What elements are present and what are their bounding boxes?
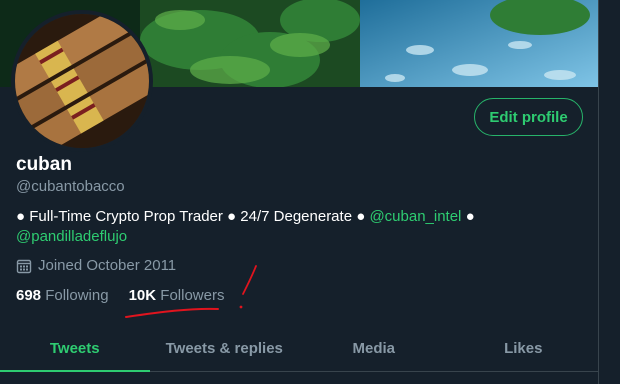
profile-name: cuban (16, 154, 72, 175)
calendar-icon (16, 258, 32, 274)
edit-profile-button[interactable]: Edit profile (474, 98, 583, 136)
avatar[interactable] (11, 10, 153, 152)
joined-text: Joined October 2011 (38, 257, 177, 274)
page-scroll-edge (598, 0, 620, 384)
profile-bio: ● Full-Time Crypto Prop Trader ● 24/7 De… (16, 207, 486, 247)
profile-stats: 698 Following 10K Followers (16, 287, 224, 304)
followers-count: 10K (128, 287, 157, 304)
profile-tabs: Tweets Tweets & replies Media Likes (0, 325, 598, 372)
tab-media[interactable]: Media (299, 325, 449, 371)
avatar-cigar-image (15, 14, 149, 148)
following-stat[interactable]: 698 Following (16, 287, 109, 304)
tab-tweets[interactable]: Tweets (0, 325, 150, 372)
followers-stat[interactable]: 10K Followers (129, 287, 225, 304)
tab-tweets-and-replies[interactable]: Tweets & replies (150, 325, 300, 371)
joined-date: Joined October 2011 (16, 257, 176, 274)
mention-link-pandilladeflujo[interactable]: @pandilladeflujo (16, 228, 127, 245)
bio-separator: ● (461, 208, 475, 225)
following-count: 698 (16, 287, 42, 304)
followers-label: Followers (160, 287, 225, 304)
bio-text: ● Full-Time Crypto Prop Trader ● 24/7 De… (16, 208, 370, 225)
profile-handle: @cubantobacco (16, 178, 125, 195)
tab-likes[interactable]: Likes (449, 325, 599, 371)
following-label: Following (45, 287, 109, 304)
mention-link-cuban-intel[interactable]: @cuban_intel (369, 208, 461, 225)
